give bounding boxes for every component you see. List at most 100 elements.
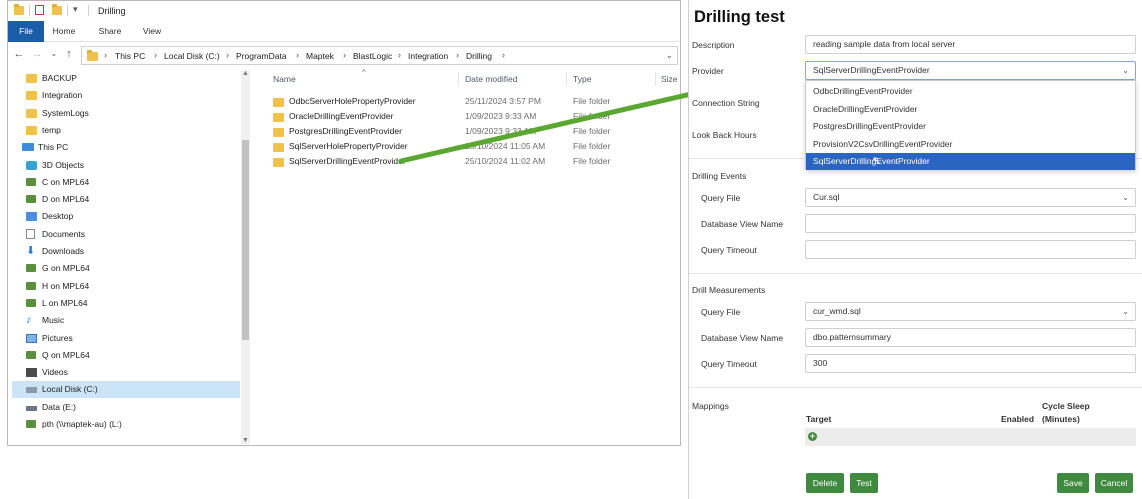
- scroll-down-icon[interactable]: ▼: [241, 437, 250, 444]
- column-header-size[interactable]: Size: [661, 74, 678, 84]
- breadcrumb-separator-icon[interactable]: ›: [154, 50, 157, 60]
- file-name[interactable]: SqlServerDrillingEventProvider: [273, 156, 406, 167]
- provider-option[interactable]: SqlServerDrillingEventProvider ↖: [806, 153, 1135, 170]
- folder-icon: [26, 91, 37, 101]
- nav-item-d-on-mpl64[interactable]: D on MPL64: [12, 191, 240, 208]
- nav-item-systemlogs[interactable]: SystemLogs: [12, 105, 240, 122]
- properties-icon[interactable]: [35, 5, 44, 15]
- drill-measurements-view-name-value: dbo.patternsummary: [813, 332, 891, 342]
- column-divider[interactable]: [458, 72, 459, 86]
- breadcrumb-separator-icon[interactable]: ›: [343, 50, 346, 60]
- nav-item-pth-maptek-au-l[interactable]: pth (\\maptek-au) (L:): [12, 416, 240, 433]
- file-name[interactable]: OdbcServerHolePropertyProvider: [273, 96, 416, 107]
- new-folder-icon[interactable]: [52, 4, 62, 15]
- tab-share[interactable]: Share: [90, 21, 130, 42]
- provider-option[interactable]: ProvisionV2CsvDrillingEventProvider: [806, 136, 1135, 153]
- provider-select[interactable]: SqlServerDrillingEventProvider ⌄: [805, 61, 1136, 80]
- breadcrumb-separator-icon[interactable]: ›: [456, 50, 459, 60]
- nav-item-desktop[interactable]: Desktop: [12, 208, 240, 225]
- breadcrumb-separator-icon[interactable]: ›: [104, 50, 107, 60]
- file-row[interactable]: OdbcServerHolePropertyProvider 25/11/2024…: [260, 94, 680, 109]
- file-name[interactable]: OracleDrillingEventProvider: [273, 111, 393, 122]
- nav-item-data-e[interactable]: Data (E:): [12, 399, 240, 416]
- tab-view[interactable]: View: [134, 21, 170, 42]
- cancel-button[interactable]: Cancel: [1095, 473, 1133, 493]
- breadcrumb-this-pc[interactable]: This PC: [115, 51, 145, 61]
- desktop-icon: [26, 212, 37, 222]
- provider-option[interactable]: OracleDrillingEventProvider: [806, 101, 1135, 118]
- tab-file[interactable]: File: [8, 21, 44, 42]
- nav-item-backup[interactable]: BACKUP: [12, 70, 240, 87]
- breadcrumb-separator-icon[interactable]: ›: [296, 50, 299, 60]
- drilling-events-timeout-input[interactable]: [805, 240, 1136, 259]
- drilling-events-query-file-select[interactable]: Cur.sql ⌄: [805, 188, 1136, 207]
- address-bar[interactable]: › This PC › Local Disk (C:) › ProgramDat…: [81, 46, 678, 65]
- breadcrumb-separator-icon[interactable]: ›: [502, 50, 505, 60]
- address-history-chevron-icon[interactable]: ⌄: [665, 50, 673, 61]
- back-arrow-icon[interactable]: ←: [12, 47, 26, 61]
- save-button[interactable]: Save: [1057, 473, 1089, 493]
- column-header-date-modified[interactable]: Date modified: [465, 74, 517, 84]
- up-arrow-icon[interactable]: ↑: [62, 47, 76, 61]
- file-row[interactable]: PostgresDrillingEventProvider 1/09/2023 9…: [260, 124, 680, 139]
- nav-item-temp[interactable]: temp: [12, 122, 240, 139]
- breadcrumb-blastlogic[interactable]: BlastLogic: [353, 51, 392, 61]
- file-row[interactable]: SqlServerHolePropertyProvider 25/10/2024 …: [260, 139, 680, 154]
- delete-button[interactable]: Delete: [806, 473, 844, 493]
- forward-arrow-icon[interactable]: →: [30, 47, 44, 61]
- quick-access-dropdown-icon[interactable]: ▾: [73, 4, 78, 15]
- provider-option[interactable]: PostgresDrillingEventProvider: [806, 118, 1135, 135]
- nav-item-q-on-mpl64[interactable]: Q on MPL64: [12, 347, 240, 364]
- breadcrumb-separator-icon[interactable]: ›: [398, 50, 401, 60]
- add-mapping-plus-icon[interactable]: +: [808, 432, 817, 441]
- nav-item-documents[interactable]: Documents: [12, 226, 240, 243]
- nav-item-g-on-mpl64[interactable]: G on MPL64: [12, 260, 240, 277]
- breadcrumb-programdata[interactable]: ProgramData: [236, 51, 287, 61]
- breadcrumb-local-disk[interactable]: Local Disk (C:): [164, 51, 220, 61]
- nav-item-local-disk-c[interactable]: Local Disk (C:): [12, 381, 240, 399]
- drill-measurements-query-file-select[interactable]: cur_wmd.sql ⌄: [805, 302, 1136, 321]
- recent-locations-chevron-icon[interactable]: ⌄: [47, 47, 61, 61]
- nav-item-l-on-mpl64[interactable]: L on MPL64: [12, 295, 240, 312]
- nav-item-this-pc[interactable]: This PC: [12, 139, 240, 156]
- file-list: ^ Name Date modified Type Size OdbcServe…: [260, 68, 680, 445]
- scroll-up-icon[interactable]: ▲: [241, 70, 250, 77]
- column-header-type[interactable]: Type: [573, 74, 591, 84]
- nav-item-c-on-mpl64[interactable]: C on MPL64: [12, 174, 240, 191]
- folder-icon: [273, 98, 284, 107]
- test-button[interactable]: Test: [850, 473, 878, 493]
- file-row[interactable]: SqlServerDrillingEventProvider 25/10/2024…: [260, 154, 680, 169]
- title-bar: ▾ Drilling: [8, 1, 680, 21]
- file-row[interactable]: OracleDrillingEventProvider 1/09/2023 9:3…: [260, 109, 680, 124]
- file-name[interactable]: PostgresDrillingEventProvider: [273, 126, 402, 137]
- nav-item-downloads[interactable]: ⬇ Downloads: [12, 243, 240, 260]
- nav-item-music[interactable]: ♪ Music: [12, 312, 240, 329]
- breadcrumb-integration[interactable]: Integration: [408, 51, 448, 61]
- breadcrumb-drilling[interactable]: Drilling: [466, 51, 492, 61]
- drill-measurements-view-name-input[interactable]: dbo.patternsummary: [805, 328, 1136, 347]
- nav-item-integration[interactable]: Integration: [12, 87, 240, 104]
- navigation-pane: BACKUP Integration SystemLogs temp This PC 3D…: [8, 68, 251, 445]
- drill-measurements-timeout-input[interactable]: 300: [805, 354, 1136, 373]
- breadcrumb-maptek[interactable]: Maptek: [306, 51, 334, 61]
- nav-item-videos[interactable]: Videos: [12, 364, 240, 381]
- column-header-name[interactable]: Name: [273, 74, 296, 84]
- file-name[interactable]: SqlServerHolePropertyProvider: [273, 141, 408, 152]
- nav-item-label: Integration: [42, 90, 83, 101]
- network-drive-icon: [26, 298, 36, 307]
- nav-pane-scrollbar[interactable]: ▲ ▼: [241, 70, 250, 444]
- drilling-events-view-name-input[interactable]: [805, 214, 1136, 233]
- drill-measurements-timeout-label: Query Timeout: [701, 359, 757, 369]
- nav-item-label: pth (\\maptek-au) (L:): [42, 419, 122, 429]
- nav-item-pictures[interactable]: Pictures: [12, 330, 240, 347]
- description-input[interactable]: reading sample data from local server: [805, 35, 1136, 54]
- column-divider[interactable]: [566, 72, 567, 86]
- breadcrumb-separator-icon[interactable]: ›: [226, 50, 229, 60]
- tab-home[interactable]: Home: [46, 21, 82, 42]
- scrollbar-thumb[interactable]: [242, 140, 249, 340]
- nav-item-3d-objects[interactable]: 3D Objects: [12, 157, 240, 174]
- folder-icon: [26, 108, 37, 118]
- provider-option[interactable]: OdbcDrillingEventProvider: [806, 83, 1135, 100]
- nav-item-h-on-mpl64[interactable]: H on MPL64: [12, 278, 240, 295]
- column-divider[interactable]: [655, 72, 656, 86]
